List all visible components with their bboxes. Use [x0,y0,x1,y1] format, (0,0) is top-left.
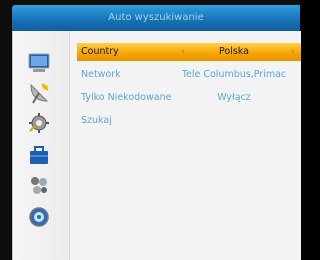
satellite-dish-icon[interactable] [27,81,51,105]
menu-item-country[interactable]: Country ‹ Polska › [77,43,301,61]
menu-panel: Country ‹ Polska › Network Tele Columbus… [12,31,301,260]
toolbox-icon[interactable] [27,143,51,167]
menu-item-label: Tylko Niekodowane [81,92,172,103]
menu-item-tylko-niekodowane[interactable]: Tylko Niekodowane Wyłącz [77,89,301,107]
menu-item-label: Country [81,46,119,57]
page-title: Auto wyszukiwanie [108,12,204,23]
tv-icon[interactable] [27,51,51,75]
menu-item-value: Polska [219,46,249,57]
menu-item-value: Wyłącz [217,92,251,103]
info-disc-icon[interactable] [27,205,51,229]
sidebar [13,31,70,260]
arrow-right-icon[interactable]: › [291,43,295,61]
tv-screen: Auto wyszukiwanie Country ‹ Polska › Net… [0,0,301,260]
menu-item-label: Network [81,69,121,80]
menu-list: Country ‹ Polska › Network Tele Columbus… [69,31,301,260]
menu-item-label: Szukaj [81,115,112,126]
menu-item-network[interactable]: Network Tele Columbus,Primac [77,66,301,84]
menu-item-szukaj[interactable]: Szukaj [77,112,301,130]
settings-gear-icon[interactable] [27,111,51,135]
games-icon[interactable] [27,173,51,197]
header-bar: Auto wyszukiwanie [12,5,300,31]
menu-item-value: Tele Columbus,Primac [181,69,287,80]
